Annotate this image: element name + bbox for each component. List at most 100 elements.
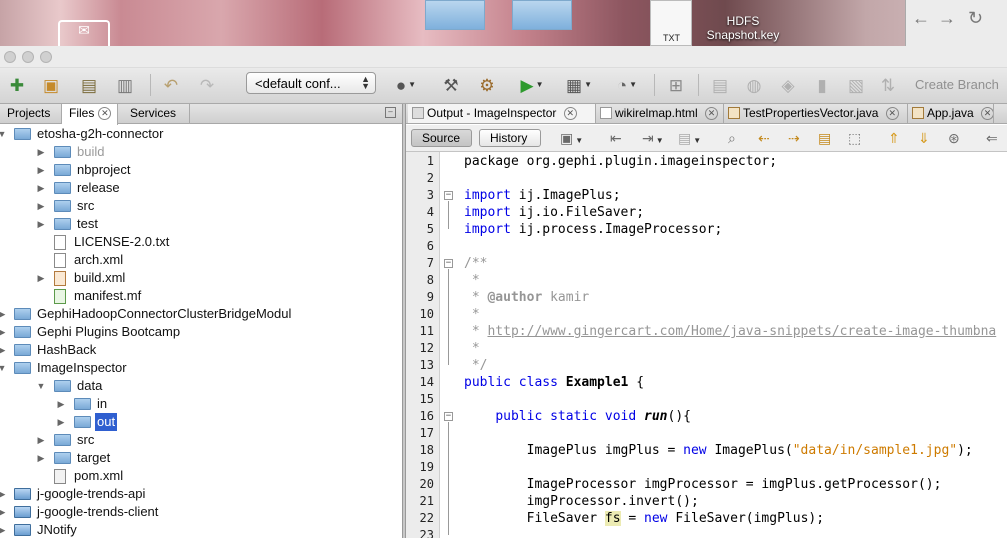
build-hammer-icon[interactable]: ⚒ xyxy=(440,73,462,97)
expand-triangle-icon[interactable]: ▶ xyxy=(56,413,66,431)
new-file-icon[interactable]: ✚ xyxy=(6,73,28,97)
find-icon[interactable]: ⌕ xyxy=(728,129,736,147)
expand-triangle-icon[interactable]: ▶ xyxy=(0,341,7,359)
tab-output-imageinspector[interactable]: Output - ImageInspector ✕ xyxy=(408,104,596,123)
tab-services[interactable]: Services xyxy=(118,104,190,124)
tab-testpropertiesvector-java[interactable]: TestPropertiesVector.java ✕ xyxy=(724,104,908,123)
mail-app-icon[interactable]: ✉ xyxy=(58,20,110,46)
close-tab-icon[interactable]: ✕ xyxy=(98,107,112,120)
tree-item[interactable]: ▶ in xyxy=(0,395,402,413)
debug-icon[interactable]: ▦ ▼ xyxy=(560,73,598,97)
tree-item[interactable]: ▶ out xyxy=(0,413,402,431)
minimize-panel-icon[interactable]: – xyxy=(385,107,396,118)
tree-item[interactable]: ▶ GephiHadoopConnectorClusterBridgeModul xyxy=(0,305,402,323)
expand-triangle-icon[interactable]: ▶ xyxy=(36,449,46,467)
back-arrow-icon[interactable]: ← xyxy=(912,8,930,29)
expand-triangle-icon[interactable]: ▶ xyxy=(36,431,46,449)
tab-app-java[interactable]: App.java ✕ xyxy=(908,104,994,123)
forward-arrow-icon[interactable]: → xyxy=(938,8,956,29)
back-icon[interactable]: ⇤ xyxy=(610,129,622,147)
tree-item[interactable]: ▶ src xyxy=(0,431,402,449)
shift-line-left-icon[interactable]: ⇐ xyxy=(986,129,998,147)
collapse-triangle-icon[interactable]: ▼ xyxy=(0,125,7,143)
expand-triangle-icon[interactable]: ▶ xyxy=(0,323,7,341)
redo-icon[interactable]: ↷ xyxy=(196,73,218,97)
tree-item[interactable]: ▶ j-google-trends-client xyxy=(0,503,402,521)
toggle-rectangular-selection-icon[interactable]: ⬚ xyxy=(848,129,861,147)
code-editor[interactable]: 1 2 3 4 5 6 7 8 9 10 11 12 13 14 15 16 17 18 19 20 21 22 23 pa… xyxy=(406,152,1007,538)
fold-toggle-icon[interactable]: − xyxy=(444,412,453,421)
window-close-button[interactable] xyxy=(4,51,16,63)
source-view-button[interactable]: Source xyxy=(411,129,472,147)
reload-icon[interactable]: ↻ xyxy=(968,8,983,29)
new-project-icon[interactable]: ▣ xyxy=(40,73,62,97)
history-view-button[interactable]: History xyxy=(479,129,541,147)
expand-triangle-icon[interactable]: ▶ xyxy=(36,197,46,215)
tree-item[interactable]: ▶ j-google-trends-api xyxy=(0,485,402,503)
expand-triangle-icon[interactable]: ▶ xyxy=(36,269,46,287)
tree-item[interactable]: ▶ src xyxy=(0,197,402,215)
previous-bookmark-icon[interactable]: ⇑ xyxy=(888,129,900,147)
layout-icon[interactable]: ⊞ xyxy=(664,73,688,97)
tree-item[interactable]: ▶ release xyxy=(0,179,402,197)
tab-wikirelmap-html[interactable]: wikirelmap.html ✕ xyxy=(596,104,724,123)
expand-triangle-icon[interactable]: ▶ xyxy=(0,485,7,503)
fold-toggle-icon[interactable]: − xyxy=(444,259,453,268)
tree-item[interactable]: ▶ test xyxy=(0,215,402,233)
window-zoom-button[interactable] xyxy=(40,51,52,63)
expand-triangle-icon[interactable]: ▶ xyxy=(36,179,46,197)
forward-icon[interactable]: ⇥ ▼ xyxy=(642,129,664,150)
next-bookmark-icon[interactable]: ⇓ xyxy=(918,129,930,147)
tree-item[interactable]: ▼ data xyxy=(0,377,402,395)
close-tab-icon[interactable]: ✕ xyxy=(563,107,577,120)
toggle-bookmark-icon[interactable]: ⊛ xyxy=(948,129,960,147)
window-minimize-button[interactable] xyxy=(22,51,34,63)
expand-triangle-icon[interactable]: ▶ xyxy=(0,521,7,538)
globe-icon[interactable]: ● ▼ xyxy=(392,73,420,97)
tree-item-label: GephiHadoopConnectorClusterBridgeModul xyxy=(37,306,292,321)
tree-item[interactable]: ▶ JNotify xyxy=(0,521,402,538)
profile-icon[interactable]: ◔ ▼ xyxy=(608,73,646,97)
tree-item[interactable]: ▶ target xyxy=(0,449,402,467)
tree-item[interactable]: ▶ HashBack xyxy=(0,341,402,359)
tree-item[interactable]: pom.xml xyxy=(0,467,402,485)
tab-projects[interactable]: Projects xyxy=(0,104,62,124)
run-icon[interactable]: ▶ ▼ xyxy=(514,73,550,97)
tree-item[interactable]: ▶ Gephi Plugins Bootcamp xyxy=(0,323,402,341)
toggle-highlight-icon[interactable]: ▤ xyxy=(818,129,831,147)
last-edit-icon[interactable]: ▣ ▼ xyxy=(560,129,583,150)
desktop-file-label[interactable]: HDFS Snapshot.key xyxy=(698,14,788,42)
expand-triangle-icon[interactable]: ▶ xyxy=(0,503,7,521)
fold-toggle-icon[interactable]: − xyxy=(444,191,453,200)
tree-item[interactable]: ▶ build xyxy=(0,143,402,161)
tab-files[interactable]: Files ✕ xyxy=(62,104,118,125)
expand-triangle-icon[interactable]: ▶ xyxy=(36,161,46,179)
close-tab-icon[interactable]: ✕ xyxy=(981,107,993,120)
undo-icon[interactable]: ↶ xyxy=(160,73,182,97)
folder-icon xyxy=(54,218,71,230)
tree-item[interactable]: ▶ build.xml xyxy=(0,269,402,287)
expand-triangle-icon[interactable]: ▶ xyxy=(36,143,46,161)
expand-triangle-icon[interactable]: ▶ xyxy=(36,215,46,233)
tree-item[interactable]: ▼ etosha-g2h-connector xyxy=(0,125,402,143)
collapse-triangle-icon[interactable]: ▼ xyxy=(36,377,46,395)
expand-triangle-icon[interactable]: ▶ xyxy=(0,305,7,323)
find-next-icon[interactable]: ⇢ xyxy=(788,129,800,147)
clean-build-icon[interactable]: ⚙ xyxy=(476,73,498,97)
close-tab-icon[interactable]: ✕ xyxy=(885,107,899,120)
code-token: * xyxy=(464,290,488,305)
close-tab-icon[interactable]: ✕ xyxy=(705,107,719,120)
open-project-icon[interactable]: ▤ xyxy=(78,73,100,97)
tree-item[interactable]: manifest.mf xyxy=(0,287,402,305)
document-file-icon[interactable]: TXT xyxy=(650,0,692,46)
find-previous-icon[interactable]: ⇠ xyxy=(758,129,770,147)
collapse-triangle-icon[interactable]: ▼ xyxy=(0,359,7,377)
tree-item[interactable]: LICENSE-2.0.txt xyxy=(0,233,402,251)
close-project-icon[interactable]: ▥ xyxy=(114,73,136,97)
editor-area: Output - ImageInspector ✕ wikirelmap.htm… xyxy=(406,104,1007,538)
tree-item[interactable]: ▼ ImageInspector xyxy=(0,359,402,377)
tree-item[interactable]: arch.xml xyxy=(0,251,402,269)
tree-item[interactable]: ▶ nbproject xyxy=(0,161,402,179)
configuration-select[interactable]: <default conf... ▲ ▼ xyxy=(246,72,376,94)
expand-triangle-icon[interactable]: ▶ xyxy=(56,395,66,413)
